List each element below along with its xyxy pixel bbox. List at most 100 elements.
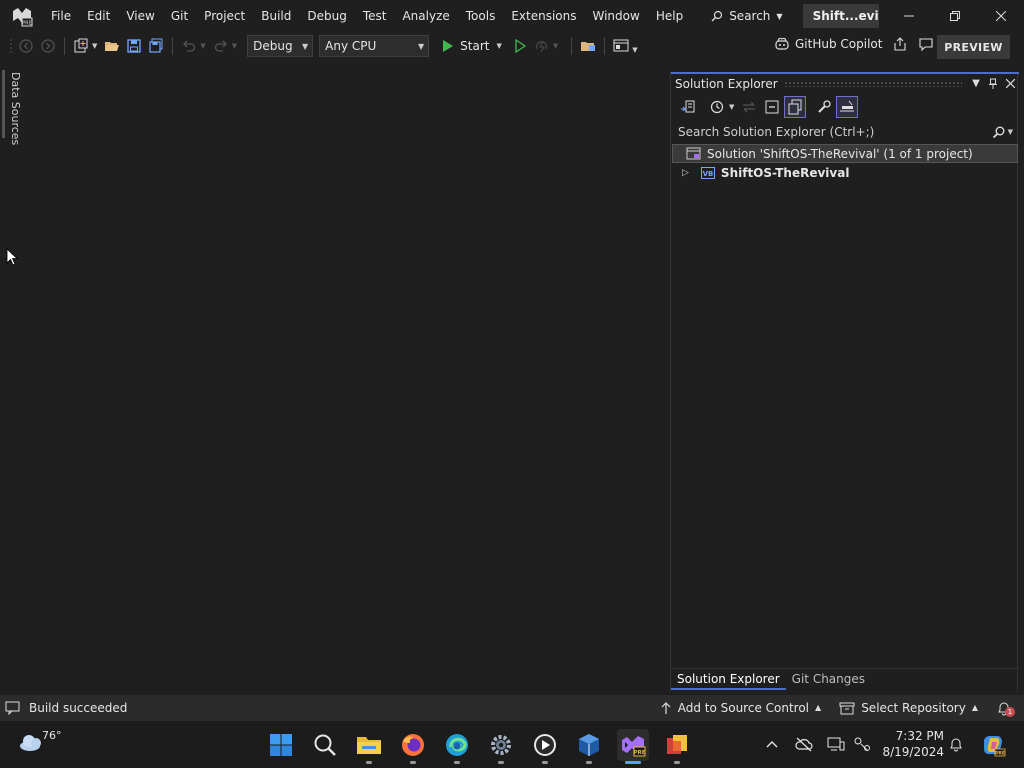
preview-selected-items-icon[interactable] <box>836 96 859 118</box>
taskbar-visual-studio[interactable]: PRE <box>617 729 649 764</box>
tab-git-changes[interactable]: Git Changes <box>786 669 871 690</box>
toolbar-separator <box>604 37 606 55</box>
output-message-icon[interactable] <box>5 701 21 715</box>
redo-icon[interactable] <box>211 36 231 56</box>
notifications-button[interactable]: 1 <box>996 700 1018 717</box>
search-label: Search <box>729 9 771 23</box>
pending-changes-filter-icon[interactable] <box>706 96 728 118</box>
taskbar-edge[interactable] <box>441 729 473 764</box>
taskbar-search-button[interactable] <box>309 729 341 761</box>
menu-edit[interactable]: Edit <box>79 0 118 32</box>
open-folder-icon[interactable] <box>102 36 122 56</box>
windows-logo-icon <box>270 734 292 756</box>
status-bar-right: Add to Source Control ▲ Select Repositor… <box>660 695 1024 720</box>
menu-file[interactable]: File <box>43 0 79 32</box>
chevron-down-icon: ▼ <box>302 41 309 51</box>
notification-center-button[interactable] <box>945 733 967 755</box>
feedback-icon[interactable] <box>918 36 934 52</box>
chevron-down-icon[interactable]: ▼ <box>232 42 237 50</box>
media-player-icon <box>534 734 556 756</box>
app-tile-icon <box>667 735 687 754</box>
menu-git[interactable]: Git <box>163 0 196 32</box>
show-all-files-icon[interactable] <box>784 96 807 118</box>
solution-explorer-titlebar[interactable]: Solution Explorer ▼ <box>671 72 1019 93</box>
menu-build[interactable]: Build <box>253 0 299 32</box>
new-project-icon[interactable] <box>71 36 91 56</box>
virtualbox-icon <box>579 734 599 756</box>
solution-configuration-select[interactable]: Debug ▼ <box>247 35 314 57</box>
visual-studio-logo-icon[interactable]: PRE <box>11 5 33 27</box>
navigate-forward-icon[interactable] <box>38 36 58 56</box>
project-tree-item[interactable]: ▷ VB ShiftOS-TheRevival <box>672 163 1018 182</box>
clock-time: 7:32 PM <box>895 729 944 743</box>
chevron-down-icon[interactable]: ▼ <box>92 42 97 50</box>
restore-button[interactable] <box>932 0 978 32</box>
share-icon[interactable] <box>892 36 908 52</box>
copilot-taskbar-button[interactable]: PRE <box>979 731 1007 759</box>
menu-project[interactable]: Project <box>196 0 253 32</box>
tab-solution-explorer[interactable]: Solution Explorer <box>671 669 786 690</box>
sync-with-document-icon[interactable] <box>738 96 760 118</box>
rail-tab-marker <box>2 70 5 138</box>
taskbar-settings[interactable] <box>485 729 517 764</box>
solution-explorer-search-input[interactable]: Search Solution Explorer (Ctrl+;) ▼ <box>673 122 1017 142</box>
window-position-dropdown-icon[interactable]: ▼ <box>968 76 984 92</box>
pin-icon[interactable] <box>985 76 1001 92</box>
github-copilot-button[interactable]: GitHub Copilot <box>774 36 934 52</box>
chevron-down-icon[interactable]: ▼ <box>200 42 205 50</box>
hot-reload-icon[interactable] <box>532 36 552 56</box>
close-button[interactable] <box>978 0 1024 32</box>
chevron-down-icon[interactable]: ▼ <box>729 103 734 111</box>
svg-text:VB: VB <box>703 170 714 178</box>
start-debugging-button[interactable]: Start ▼ <box>441 39 502 53</box>
menu-extensions[interactable]: Extensions <box>503 0 584 32</box>
tray-network[interactable] <box>851 733 873 755</box>
solution-name-chip[interactable]: Shift...evival <box>802 4 879 28</box>
solution-platform-select[interactable]: Any CPU ▼ <box>319 35 430 57</box>
tray-cloud-offline[interactable] <box>793 733 815 755</box>
solution-tree-item[interactable]: Solution 'ShiftOS-TheRevival' (1 of 1 pr… <box>672 144 1018 163</box>
undo-icon[interactable] <box>179 36 199 56</box>
menu-view[interactable]: View <box>118 0 162 32</box>
add-to-source-control-button[interactable]: Add to Source Control ▲ <box>660 701 821 715</box>
save-icon[interactable] <box>124 36 144 56</box>
toolbar-separator <box>64 37 65 55</box>
global-search-button[interactable]: Search ▼ <box>705 4 788 28</box>
search-options[interactable]: ▼ <box>992 126 1013 139</box>
taskbar-firefox[interactable] <box>397 729 429 764</box>
browse-folder-icon[interactable] <box>578 36 598 56</box>
menu-tools[interactable]: Tools <box>458 0 504 32</box>
menu-window[interactable]: Window <box>585 0 648 32</box>
taskbar-clock[interactable]: 7:32 PM 8/19/2024 <box>880 728 944 760</box>
chevron-down-icon[interactable]: ▼ <box>553 42 558 50</box>
save-all-icon[interactable] <box>146 36 166 56</box>
navigate-back-icon[interactable] <box>16 36 36 56</box>
preview-badge-button[interactable]: PREVIEW <box>937 35 1010 59</box>
menu-analyze[interactable]: Analyze <box>394 0 457 32</box>
taskbar-file-explorer[interactable] <box>353 729 385 764</box>
start-menu-button[interactable] <box>265 729 297 761</box>
expand-arrow-icon[interactable]: ▷ <box>682 168 689 178</box>
menu-debug[interactable]: Debug <box>299 0 354 32</box>
select-repository-button[interactable]: Select Repository ▲ <box>839 701 978 715</box>
taskbar-media-player[interactable] <box>529 729 561 764</box>
menu-test[interactable]: Test <box>355 0 395 32</box>
menu-help[interactable]: Help <box>648 0 691 32</box>
solution-explorer-tabs: Solution Explorer Git Changes <box>671 668 1019 690</box>
switch-views-icon[interactable] <box>677 96 699 118</box>
copilot-colorful-icon: PRE <box>984 735 1006 757</box>
layout-icon[interactable] <box>611 36 631 56</box>
collapse-all-icon[interactable] <box>761 96 783 118</box>
chevron-down-icon[interactable]: ▼ <box>632 46 637 54</box>
start-without-debugging-icon[interactable] <box>510 36 530 56</box>
taskbar-virtualbox[interactable] <box>573 729 605 764</box>
show-hidden-icons-button[interactable] <box>761 733 783 755</box>
properties-wrench-icon[interactable] <box>813 96 835 118</box>
data-sources-tab[interactable]: Data Sources <box>9 72 22 145</box>
taskbar-app-tile[interactable] <box>661 729 693 764</box>
tray-display[interactable] <box>825 733 847 755</box>
editor-area[interactable] <box>28 66 668 694</box>
close-icon[interactable] <box>1002 76 1018 92</box>
weather-widget[interactable]: 76° <box>18 729 62 753</box>
minimize-button[interactable] <box>886 0 932 32</box>
